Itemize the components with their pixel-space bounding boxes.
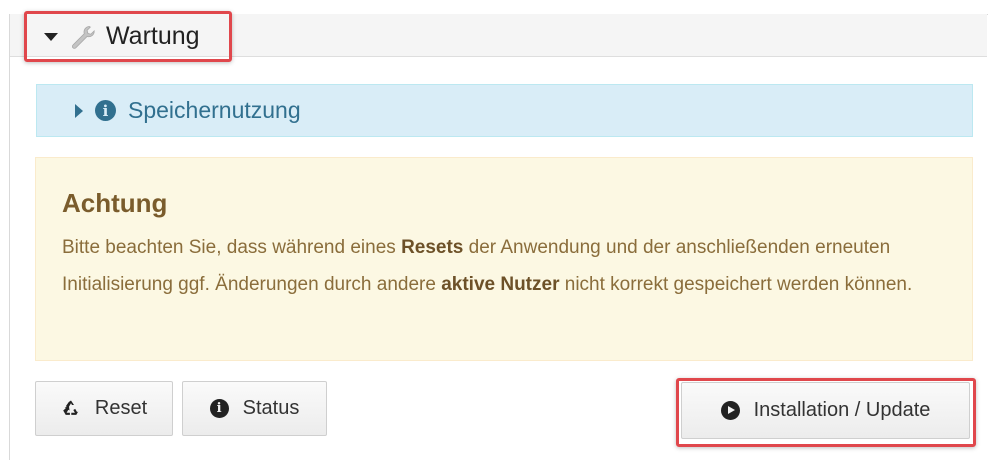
info-circle-icon: i — [95, 100, 116, 121]
warning-bold-resets: Resets — [401, 237, 464, 258]
caret-right-icon — [75, 103, 83, 118]
highlight-wartung — [24, 11, 232, 62]
status-button[interactable]: i Status — [182, 381, 327, 436]
highlight-installation-update — [676, 378, 976, 447]
warning-title: Achtung — [62, 188, 168, 218]
warning-text-part: Bitte beachten Sie, dass während eines — [62, 237, 402, 258]
recycle-icon — [63, 400, 79, 415]
status-button-label: Status — [242, 397, 300, 419]
reset-button-label: Reset — [94, 397, 148, 419]
speichernutzung-panel[interactable]: i Speichernutzung — [36, 84, 973, 137]
warning-text: Bitte beachten Sie, dass während eines R… — [62, 229, 946, 303]
warning-bold-active-users: aktive Nutzer — [441, 274, 560, 295]
warning-text-part: nicht korrekt gespeichert werden können. — [559, 274, 913, 295]
speichernutzung-title: Speichernutzung — [128, 97, 301, 123]
reset-button[interactable]: Reset — [35, 381, 173, 436]
warning-alert: Achtung Bitte beachten Sie, dass während… — [35, 157, 973, 361]
info-circle-icon: i — [209, 399, 229, 418]
